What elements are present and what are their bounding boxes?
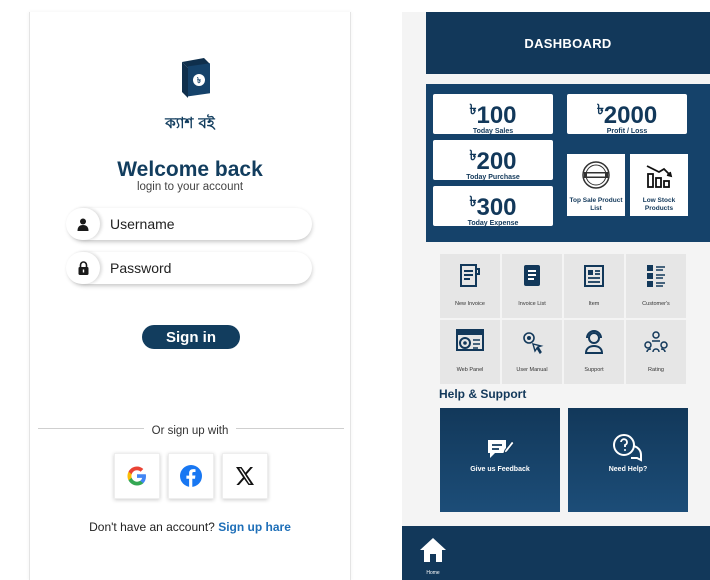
menu-customers[interactable]: Customer's	[626, 254, 686, 318]
feedback-icon	[488, 440, 515, 458]
menu-rating[interactable]: Rating	[626, 320, 686, 384]
or-signup-text: Or sign up with	[143, 425, 237, 437]
screenshot-canvas: ৳ ক্যাশ বই Welcome back login to your ac…	[0, 0, 710, 580]
help-support-title: Help & Support	[439, 387, 527, 401]
web-panel-icon	[456, 329, 484, 351]
profit-loss-label: Profit / Loss	[606, 128, 648, 135]
menu-grid: New Invoice Invoice List Item Customer's…	[440, 254, 686, 388]
login-screen: ৳ ক্যাশ বই Welcome back login to your ac…	[29, 12, 351, 580]
signup-prompt: Don't have an account? Sign up hare	[30, 520, 350, 534]
menu-label: Invoice List	[518, 301, 546, 307]
today-expense-card[interactable]: ৳300 Today Expense	[433, 186, 553, 227]
menu-support[interactable]: Support	[564, 320, 624, 384]
menu-new-invoice[interactable]: New Invoice	[440, 254, 500, 318]
dashboard-screen: DASHBOARD ৳100 Today Sales ৳200 Today Pu…	[402, 12, 710, 580]
google-signup-button[interactable]	[114, 453, 160, 499]
user-icon	[66, 208, 100, 240]
menu-user-manual[interactable]: User Manual	[502, 320, 562, 384]
invoice-list-icon	[524, 265, 540, 286]
home-icon	[420, 538, 446, 562]
cash-book-logo-icon: ৳	[182, 58, 210, 98]
item-icon	[584, 265, 604, 287]
dashboard-header: DASHBOARD	[426, 12, 710, 74]
password-input[interactable]	[110, 258, 300, 278]
today-sales-value: 100	[476, 102, 517, 129]
support-icon	[584, 330, 604, 354]
currency-symbol: ৳	[596, 101, 604, 117]
menu-label: Customer's	[642, 301, 670, 307]
today-purchase-label: Today Purchase	[466, 174, 520, 181]
user-manual-icon	[523, 332, 544, 355]
today-sales-label: Today Sales	[472, 128, 514, 135]
rating-icon	[644, 331, 668, 353]
sign-in-button[interactable]: Sign in	[142, 325, 240, 349]
username-input[interactable]	[110, 214, 300, 234]
today-expense-label: Today Expense	[467, 220, 519, 227]
home-label: Home	[426, 570, 440, 576]
feedback-label: Give us Feedback	[470, 466, 530, 473]
menu-label: Rating	[648, 367, 664, 373]
menu-web-panel[interactable]: Web Panel	[440, 320, 500, 384]
x-signup-button[interactable]	[222, 453, 268, 499]
today-sales-card[interactable]: ৳100 Today Sales	[433, 94, 553, 135]
no-account-text: Don't have an account?	[89, 520, 215, 534]
need-help-label: Need Help?	[608, 466, 648, 473]
customers-icon	[647, 265, 665, 287]
menu-label: Web Panel	[456, 367, 484, 373]
google-icon	[127, 466, 146, 486]
low-stock-tile[interactable]: Low Stock Products	[630, 154, 688, 216]
top-sale-tile[interactable]: Top Sale Product List	[567, 154, 625, 216]
low-stock-chart-icon	[646, 165, 673, 188]
feedback-card[interactable]: Give us Feedback	[440, 408, 560, 512]
dashboard-title: DASHBOARD	[524, 35, 612, 51]
new-invoice-icon	[460, 264, 480, 287]
profit-loss-value: 2000	[603, 102, 658, 129]
menu-label: Support	[584, 367, 604, 373]
stats-panel: ৳100 Today Sales ৳200 Today Purchase ৳30…	[426, 84, 710, 242]
low-stock-label: Low Stock Products	[642, 197, 676, 212]
username-field	[66, 208, 312, 240]
welcome-heading: Welcome back	[117, 158, 263, 181]
or-signup-label: Or sign up with	[30, 421, 350, 439]
svg-text:৳: ৳	[197, 76, 201, 85]
home-nav-button[interactable]: Home	[416, 536, 450, 576]
today-expense-value: 300	[476, 194, 517, 221]
facebook-icon	[180, 465, 202, 487]
top-sale-label: Top Sale Product List	[569, 197, 623, 212]
today-purchase-value: 200	[476, 148, 517, 175]
facebook-signup-button[interactable]	[168, 453, 214, 499]
password-field	[66, 252, 312, 284]
menu-item[interactable]: Item	[564, 254, 624, 318]
x-icon	[236, 467, 254, 485]
menu-invoice-list[interactable]: Invoice List	[502, 254, 562, 318]
brand-name: ক্যাশ বই	[165, 114, 215, 132]
today-purchase-card[interactable]: ৳200 Today Purchase	[433, 140, 553, 181]
welcome-subtitle: login to your account	[136, 181, 244, 193]
help-chat-icon	[613, 434, 643, 462]
bottom-navigation: Home	[402, 526, 710, 580]
menu-label: Item	[588, 301, 600, 307]
menu-label: User Manual	[516, 367, 548, 373]
menu-label: New Invoice	[455, 301, 485, 307]
need-help-card[interactable]: Need Help?	[568, 408, 688, 512]
signup-link[interactable]: Sign up hare	[218, 520, 291, 534]
profit-loss-card[interactable]: ৳2000 Profit / Loss	[567, 94, 687, 135]
lock-icon	[66, 252, 100, 284]
top-product-badge-icon	[582, 161, 610, 189]
